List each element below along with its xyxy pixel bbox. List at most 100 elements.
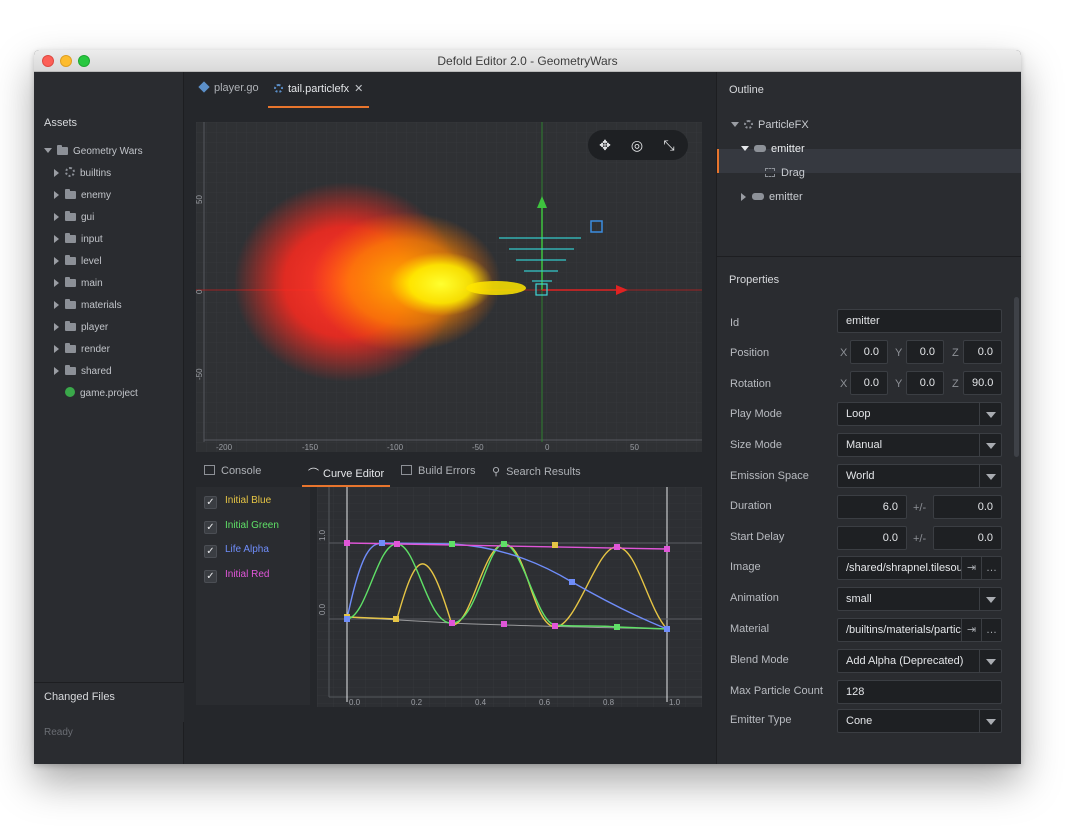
chevron-right-icon[interactable] xyxy=(741,193,746,201)
outline-item-drag[interactable]: Drag xyxy=(765,162,805,184)
tree-item-player[interactable]: player xyxy=(54,318,108,338)
chevron-right-icon[interactable] xyxy=(54,169,59,177)
start-delay-field[interactable]: 0.0 xyxy=(837,526,907,550)
tree-item-input[interactable]: input xyxy=(54,230,103,250)
tab-build-errors[interactable]: Build Errors xyxy=(401,465,475,477)
minimize-window-button[interactable] xyxy=(60,55,72,67)
dropdown-arrow-icon[interactable] xyxy=(979,403,1001,425)
window-title: Defold Editor 2.0 - GeometryWars xyxy=(437,54,618,68)
chevron-right-icon[interactable] xyxy=(54,213,59,221)
size-mode-select[interactable]: Manual xyxy=(837,433,1002,457)
open-resource-icon[interactable]: ⇥ xyxy=(961,557,981,579)
checkbox[interactable]: ✓ xyxy=(204,521,217,534)
curve-item-initial-green[interactable]: ✓ Initial Green xyxy=(204,518,279,536)
rotation-y-field[interactable]: 0.0 xyxy=(906,371,944,395)
folder-icon xyxy=(65,211,76,221)
chevron-right-icon[interactable] xyxy=(54,191,59,199)
outline-title: Outline xyxy=(729,84,764,96)
chevron-down-icon[interactable] xyxy=(44,148,52,153)
x-tick: 0.6 xyxy=(539,698,551,707)
chevron-right-icon[interactable] xyxy=(54,279,59,287)
properties-scrollbar[interactable] xyxy=(1014,297,1019,457)
rotate-tool-icon[interactable]: ◎ xyxy=(628,136,646,154)
dropdown-arrow-icon[interactable] xyxy=(979,710,1001,732)
tree-item-main[interactable]: main xyxy=(54,274,103,294)
duration-spread-field[interactable]: 0.0 xyxy=(933,495,1002,519)
chevron-down-icon[interactable] xyxy=(741,146,749,151)
tab-tail-particlefx[interactable]: tail.particlefx ✕ xyxy=(267,82,370,108)
chevron-right-icon[interactable] xyxy=(54,235,59,243)
chevron-right-icon[interactable] xyxy=(54,301,59,309)
chevron-right-icon[interactable] xyxy=(54,323,59,331)
curve-item-initial-blue[interactable]: ✓ Initial Blue xyxy=(204,493,271,511)
emission-space-select[interactable]: World xyxy=(837,464,1002,488)
checkbox[interactable]: ✓ xyxy=(204,570,217,583)
chevron-right-icon[interactable] xyxy=(54,367,59,375)
chevron-right-icon[interactable] xyxy=(54,257,59,265)
position-z-field[interactable]: 0.0 xyxy=(963,340,1002,364)
tab-search-results[interactable]: ⚲ Search Results xyxy=(492,465,581,478)
outline-item-particlefx[interactable]: ParticleFX xyxy=(731,114,809,136)
emission-space-label: Emission Space xyxy=(730,470,809,482)
tree-root-geometry-wars[interactable]: Geometry Wars xyxy=(44,142,143,162)
max-particle-count-field[interactable]: 128 xyxy=(837,680,1002,704)
curve-graph[interactable]: 0.0 0.2 0.4 0.6 0.8 1.0 1.0 0.0 xyxy=(317,487,702,707)
tab-curve-editor[interactable]: ⌒ Curve Editor xyxy=(301,465,391,487)
tree-item-materials[interactable]: materials xyxy=(54,296,122,316)
dropdown-arrow-icon[interactable] xyxy=(979,588,1001,610)
dropdown-arrow-icon[interactable] xyxy=(979,465,1001,487)
move-tool-icon[interactable]: ✥ xyxy=(596,136,614,154)
tab-console[interactable]: Console xyxy=(204,465,261,477)
start-delay-spread-field[interactable]: 0.0 xyxy=(933,526,1002,550)
outline-item-emitter-selected[interactable]: emitter xyxy=(741,138,805,160)
chevron-right-icon[interactable] xyxy=(54,345,59,353)
play-mode-select[interactable]: Loop xyxy=(837,402,1002,426)
curve-item-life-alpha[interactable]: ✓ Life Alpha xyxy=(204,542,269,560)
curve-item-initial-red[interactable]: ✓ Initial Red xyxy=(204,567,269,585)
tree-item-gui[interactable]: gui xyxy=(54,208,94,228)
gear-icon xyxy=(65,167,75,177)
dropdown-arrow-icon[interactable] xyxy=(979,434,1001,456)
changed-files-title: Changed Files xyxy=(44,691,115,703)
dropdown-arrow-icon[interactable] xyxy=(979,650,1001,672)
rotation-x-field[interactable]: 0.0 xyxy=(850,371,888,395)
id-field[interactable]: emitter xyxy=(837,309,1002,333)
chevron-down-icon[interactable] xyxy=(731,122,739,127)
tree-item-builtins[interactable]: builtins xyxy=(54,164,111,184)
blend-mode-label: Blend Mode xyxy=(730,654,789,666)
tab-player-go[interactable]: player.go xyxy=(198,81,259,104)
position-y-field[interactable]: 0.0 xyxy=(906,340,944,364)
browse-icon[interactable]: … xyxy=(981,619,1001,641)
x-tick: -100 xyxy=(387,443,404,452)
open-resource-icon[interactable]: ⇥ xyxy=(961,619,981,641)
tree-item-render[interactable]: render xyxy=(54,340,110,360)
rotation-z-field[interactable]: 90.0 xyxy=(963,371,1002,395)
close-tab-icon[interactable]: ✕ xyxy=(354,83,363,95)
manipulator-toolbar: ✥ ◎ ⤡ xyxy=(588,130,688,160)
x-tick: 1.0 xyxy=(669,698,681,707)
animation-select[interactable]: small xyxy=(837,587,1002,611)
folder-icon xyxy=(65,189,76,199)
tree-item-level[interactable]: level xyxy=(54,252,102,272)
maximize-window-button[interactable] xyxy=(78,55,90,67)
close-window-button[interactable] xyxy=(42,55,54,67)
outline-item-emitter[interactable]: emitter xyxy=(741,186,803,208)
tree-item-enemy[interactable]: enemy xyxy=(54,186,111,206)
checkbox[interactable]: ✓ xyxy=(204,545,217,558)
blend-mode-select[interactable]: Add Alpha (Deprecated) xyxy=(837,649,1002,673)
emitter-type-select[interactable]: Cone xyxy=(837,709,1002,733)
duration-field[interactable]: 6.0 xyxy=(837,495,907,519)
axis-z-label: Z xyxy=(952,347,959,359)
folder-icon xyxy=(65,365,76,375)
folder-icon xyxy=(65,233,76,243)
tree-item-shared[interactable]: shared xyxy=(54,362,112,382)
tree-item-game-project[interactable]: game.project xyxy=(65,384,138,404)
scale-tool-icon[interactable]: ⤡ xyxy=(660,136,678,154)
checkbox[interactable]: ✓ xyxy=(204,496,217,509)
scene-view[interactable]: -200 -150 -100 -50 0 50 50 0 -50 ✥ ◎ ⤡ xyxy=(196,122,702,452)
browse-icon[interactable]: … xyxy=(981,557,1001,579)
material-field[interactable]: /builtins/materials/particlefx.material … xyxy=(837,618,1002,642)
position-x-field[interactable]: 0.0 xyxy=(850,340,888,364)
x-tick: 0.8 xyxy=(603,698,615,707)
image-field[interactable]: /shared/shrapnel.tilesource ⇥ … xyxy=(837,556,1002,580)
